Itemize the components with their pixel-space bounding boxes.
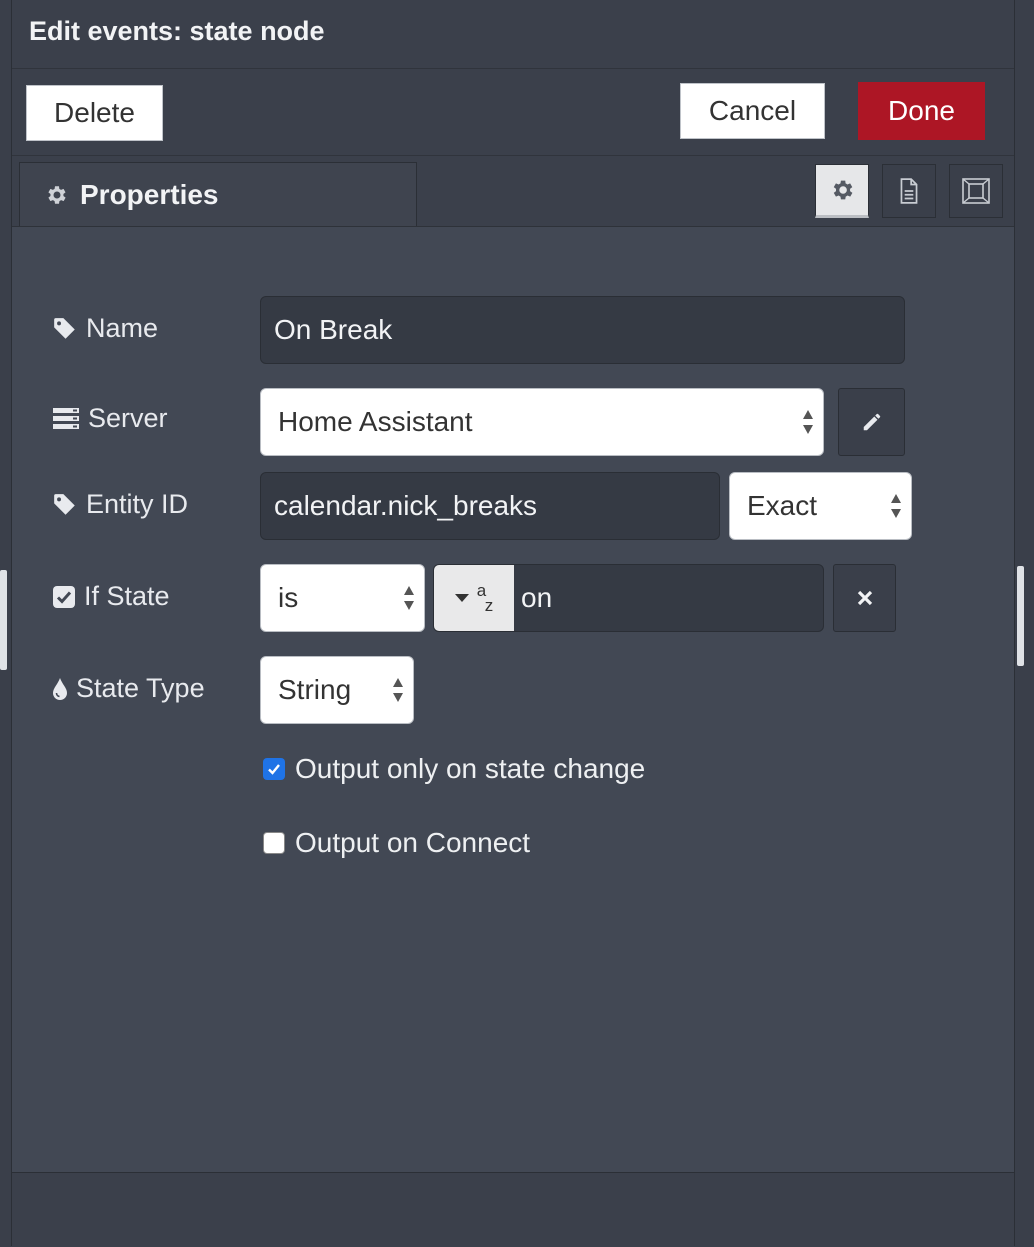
close-icon (857, 590, 872, 606)
tray-toolbar: Delete Cancel Done (12, 69, 1014, 156)
select-arrows-icon (404, 586, 414, 610)
tab-properties-label: Properties (80, 178, 219, 210)
edit-server-button[interactable] (838, 388, 905, 456)
if-state-operator-value: is (278, 582, 299, 613)
tab-properties[interactable]: Properties (19, 162, 417, 226)
name-label: Name (86, 313, 159, 343)
output-on-connect-checkbox[interactable] (263, 832, 285, 854)
check-icon (268, 764, 280, 775)
pencil-icon (863, 413, 880, 431)
entity-id-input[interactable]: calendar.nick_breaks (260, 472, 720, 540)
state-type-value: String (278, 674, 352, 705)
properties-panel: Name On Break Server Home Assistant Enti… (12, 227, 1014, 1171)
clear-if-state-button[interactable] (833, 564, 896, 632)
entity-id-label-row: Entity ID (52, 489, 188, 520)
if-state-label: If State (84, 581, 170, 611)
server-select[interactable]: Home Assistant (260, 388, 824, 456)
select-arrows-icon (393, 678, 403, 702)
server-select-value: Home Assistant (278, 406, 473, 437)
output-on-connect-label: Output on Connect (295, 827, 531, 858)
if-state-label-row: If State (52, 581, 170, 612)
right-resize-handle[interactable] (1017, 566, 1024, 666)
output-only-on-state-change-row[interactable]: Output only on state change (263, 753, 645, 785)
tab-appearance-button[interactable] (949, 164, 1003, 218)
tab-description-button[interactable] (882, 164, 936, 218)
server-label: Server (88, 403, 168, 433)
output-on-connect-row[interactable]: Output on Connect (263, 827, 530, 859)
tray-title: Edit events: state node (29, 16, 325, 46)
state-type-label: State Type (76, 673, 205, 703)
tab-settings-button[interactable] (815, 164, 869, 218)
if-state-operator-select[interactable]: is (260, 564, 425, 632)
edit-tray: Edit events: state node Delete Cancel Do… (11, 0, 1015, 1247)
server-icon (53, 407, 79, 429)
gear-icon (833, 180, 853, 200)
tray-footer (12, 1172, 1014, 1247)
tray-header: Edit events: state node (12, 0, 1014, 69)
state-type-label-row: State Type (52, 673, 205, 704)
select-arrows-icon (803, 410, 813, 434)
appearance-icon (962, 178, 990, 204)
checkbox-checked-icon (53, 585, 75, 608)
gear-icon (48, 185, 66, 204)
delete-button[interactable]: Delete (26, 85, 163, 141)
output-only-on-state-change-label: Output only on state change (295, 753, 646, 784)
tag-icon (54, 493, 75, 515)
tint-icon (53, 677, 67, 700)
tab-bar: Properties (12, 156, 1014, 227)
entity-id-label: Entity ID (86, 489, 189, 519)
if-state-value: on (521, 582, 553, 613)
value-type-selector[interactable]: a z (434, 565, 514, 631)
select-arrows-icon (891, 494, 901, 518)
string-type-glyph-bottom: z (484, 596, 494, 615)
tag-icon (54, 317, 75, 339)
cancel-button[interactable]: Cancel (680, 83, 825, 139)
if-state-value-input[interactable]: a z on (433, 564, 824, 632)
string-type-icon: a z (477, 582, 494, 615)
entity-match-value: Exact (747, 490, 818, 521)
left-resize-handle[interactable] (0, 570, 7, 670)
name-input[interactable]: On Break (260, 296, 905, 364)
output-only-on-state-change-checkbox[interactable] (263, 758, 285, 780)
entity-match-select[interactable]: Exact (729, 472, 912, 540)
done-button[interactable]: Done (858, 82, 985, 140)
description-icon (900, 178, 918, 204)
state-type-select[interactable]: String (260, 656, 414, 724)
name-label-row: Name (52, 313, 158, 344)
server-label-row: Server (52, 403, 168, 434)
caret-down-icon (454, 594, 469, 602)
